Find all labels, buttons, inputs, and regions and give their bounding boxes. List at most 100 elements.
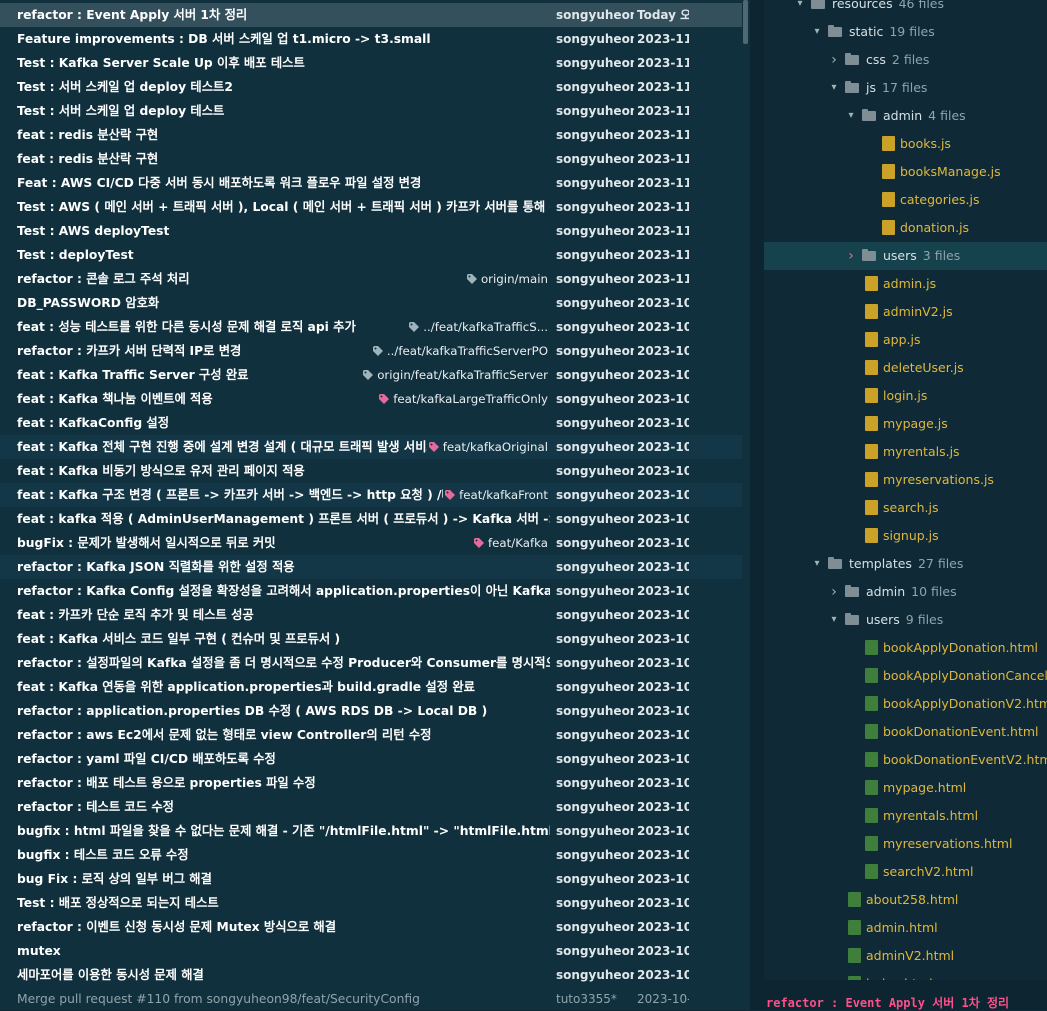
branch-tag[interactable]: ../feat/kafkaTrafficServerPO (370, 339, 548, 363)
panel-divider[interactable] (750, 0, 764, 1010)
chevron-down-icon[interactable]: ▾ (811, 18, 823, 46)
commit-row[interactable]: Feat : AWS CI/CD 다중 서버 동시 배포하도록 워크 플로우 파… (0, 171, 742, 195)
tree-file[interactable]: mypage.js (764, 410, 1047, 438)
tree-file[interactable]: bookApplyDonationCancel.html (764, 662, 1047, 690)
tree-file[interactable]: index.html (764, 970, 1047, 980)
tree-file[interactable]: myrentals.js (764, 438, 1047, 466)
commit-row[interactable]: refactor : Event Apply 서버 1차 정리 songyuheo… (0, 3, 742, 27)
commit-author: songyuheon98 (556, 248, 634, 262)
tree-file[interactable]: about258.html (764, 886, 1047, 914)
commit-row[interactable]: refactor : yaml 파일 CI/CD 배포하도록 수정 songyuh… (0, 747, 742, 771)
tree-file[interactable]: donation.js (764, 214, 1047, 242)
commit-row[interactable]: refactor : 배포 테스트 용으로 properties 파일 수정 so… (0, 771, 742, 795)
tree-file[interactable]: myrentals.html (764, 802, 1047, 830)
commit-row[interactable]: feat : KafkaConfig 설정 songyuheon982023-10… (0, 411, 742, 435)
commit-row[interactable]: feat : Kafka 비동기 방식으로 유저 관리 페이지 적용 songyu… (0, 459, 742, 483)
commit-row[interactable]: refactor : 콘솔 로그 주석 처리 origin/main songyuh… (0, 267, 742, 291)
commit-row[interactable]: bug Fix : 로직 상의 일부 버그 해결 songyuheon982023… (0, 867, 742, 891)
commit-row[interactable]: refactor : 카프카 서버 단력적 IP로 변경 ../feat/kafk… (0, 339, 742, 363)
tree-file[interactable]: search.js (764, 494, 1047, 522)
commit-row[interactable]: refactor : 테스트 코드 수정 songyuheon982023-10- (0, 795, 742, 819)
commit-row[interactable]: feat : 성능 테스트를 위한 다른 동시성 문제 해결 로직 api 추가… (0, 315, 742, 339)
branch-tag[interactable]: feat/kafkaOriginal (426, 435, 548, 459)
tree-folder[interactable]: ▾ templates 27 files (764, 550, 1047, 578)
chevron-down-icon[interactable]: ▾ (845, 102, 857, 130)
commit-row[interactable]: feat : Kafka 책나눔 이벤트에 적용 feat/kafkaLargeT… (0, 387, 742, 411)
tree-file[interactable]: myreservations.html (764, 830, 1047, 858)
tree-folder[interactable]: ▾ static 19 files (764, 18, 1047, 46)
tree-file[interactable]: signup.js (764, 522, 1047, 550)
commit-row[interactable]: Test : 서버 스케일 업 deploy 테스트2 songyuheon982… (0, 75, 742, 99)
commit-row[interactable]: Test : 서버 스케일 업 deploy 테스트 songyuheon9820… (0, 99, 742, 123)
chevron-down-icon[interactable]: ▾ (811, 550, 823, 578)
commit-row[interactable]: Test : AWS ( 메인 서버 + 트래픽 서버 ), Local ( 메… (0, 195, 742, 219)
tree-folder[interactable]: ▾ resources 46 files (764, 0, 1047, 18)
commit-row[interactable]: mutex songyuheon982023-10- (0, 939, 742, 963)
commit-date: 2023-10- (637, 896, 689, 910)
tree-file[interactable]: bookDonationEvent.html (764, 718, 1047, 746)
commit-row[interactable]: 세마포어를 이용한 동시성 문제 해결 songyuheon982023-10- (0, 963, 742, 987)
commit-row[interactable]: feat : Kafka 구조 변경 ( 프론트 -> 카프카 서버 -> 백엔… (0, 483, 742, 507)
chevron-down-icon[interactable]: ▾ (828, 74, 840, 102)
tree-file[interactable]: books.js (764, 130, 1047, 158)
tree-file[interactable]: admin.html (764, 914, 1047, 942)
commit-row[interactable]: Feature improvements : DB 서버 스케일 업 t1.mi… (0, 27, 742, 51)
tree-folder[interactable]: › css 2 files (764, 46, 1047, 74)
commit-row[interactable]: bugfix : html 파일을 찾을 수 없다는 문제 해결 - 기존 "/… (0, 819, 742, 843)
tree-folder[interactable]: ▾ js 17 files (764, 74, 1047, 102)
chevron-right-icon[interactable]: › (828, 46, 840, 74)
commit-row[interactable]: feat : Kafka 연동을 위한 application.properti… (0, 675, 742, 699)
tree-file[interactable]: bookApplyDonation.html (764, 634, 1047, 662)
tree-file[interactable]: adminV2.js (764, 298, 1047, 326)
chevron-right-icon[interactable]: › (828, 578, 840, 606)
tree-file[interactable]: bookApplyDonationV2.html (764, 690, 1047, 718)
tree-file[interactable]: deleteUser.js (764, 354, 1047, 382)
commit-row[interactable]: refactor : 설정파일의 Kafka 설정을 좀 더 명시적으로 수정 … (0, 651, 742, 675)
commit-row[interactable]: refactor : Kafka JSON 직렬화를 위한 설정 적용 songy… (0, 555, 742, 579)
tree-file-label: searchV2.html (883, 864, 974, 879)
commit-row[interactable]: bugfix : 테스트 코드 오류 수정 songyuheon982023-10… (0, 843, 742, 867)
tree-file[interactable]: searchV2.html (764, 858, 1047, 886)
tree-file[interactable]: app.js (764, 326, 1047, 354)
commit-row[interactable]: refactor : 이벤트 신청 동시성 문제 Mutex 방식으로 해결 so… (0, 915, 742, 939)
commit-row[interactable]: refactor : Kafka Config 설정을 확장성을 고려해서 ap… (0, 579, 742, 603)
branch-tag[interactable]: feat/kafkaFront (443, 483, 548, 507)
tree-file[interactable]: admin.js (764, 270, 1047, 298)
commit-row[interactable]: Test : Kafka Server Scale Up 이후 배포 테스트 so… (0, 51, 742, 75)
commit-log-scrollbar[interactable] (743, 0, 748, 44)
commit-row[interactable]: feat : Kafka 서비스 코드 일부 구현 ( 컨슈머 및 프로듀서 )… (0, 627, 742, 651)
tree-file[interactable]: booksManage.js (764, 158, 1047, 186)
commit-row[interactable]: feat : Kafka Traffic Server 구성 완료 origin/… (0, 363, 742, 387)
branch-tag[interactable]: origin/feat/kafkaTrafficServer (361, 363, 548, 387)
tree-folder[interactable]: › admin 10 files (764, 578, 1047, 606)
chevron-right-icon[interactable]: › (845, 242, 857, 270)
tree-folder[interactable]: ▾ admin 4 files (764, 102, 1047, 130)
commit-row[interactable]: Test : 배포 정상적으로 되는지 테스트 songyuheon982023-… (0, 891, 742, 915)
branch-tag[interactable]: feat/kafkaLargeTrafficOnly (377, 387, 548, 411)
tree-file[interactable]: myreservations.js (764, 466, 1047, 494)
chevron-down-icon[interactable]: ▾ (828, 606, 840, 634)
commit-row[interactable]: feat : Kafka 전체 구현 진행 중에 설계 변경 설계 ( 대규모 … (0, 435, 742, 459)
commit-row[interactable]: bugFix : 문제가 발생해서 일시적으로 뒤로 커밋 feat/Kafka s… (0, 531, 742, 555)
commit-row[interactable]: feat : 카프카 단순 로직 추가 및 테스트 성공 songyuheon98… (0, 603, 742, 627)
tree-folder[interactable]: › users 3 files (764, 242, 1047, 270)
tree-file[interactable]: adminV2.html (764, 942, 1047, 970)
branch-tag[interactable]: ../feat/kafkaTrafficS... (407, 315, 548, 339)
tree-file[interactable]: login.js (764, 382, 1047, 410)
commit-row[interactable]: Merge pull request #110 from songyuheon9… (0, 987, 742, 1010)
commit-row[interactable]: refactor : aws Ec2에서 문제 없는 형태로 view Cont… (0, 723, 742, 747)
tree-file[interactable]: bookDonationEventV2.html (764, 746, 1047, 774)
commit-row[interactable]: feat : redis 분산락 구현 songyuheon982023-11- (0, 147, 742, 171)
tree-file[interactable]: mypage.html (764, 774, 1047, 802)
branch-tag[interactable]: origin/main (464, 267, 548, 291)
commit-row[interactable]: feat : kafka 적용 ( AdminUserManagement ) … (0, 507, 742, 531)
tree-file[interactable]: categories.js (764, 186, 1047, 214)
branch-tag[interactable]: feat/Kafka (471, 531, 548, 555)
tree-folder[interactable]: ▾ users 9 files (764, 606, 1047, 634)
commit-row[interactable]: DB_PASSWORD 암호화 songyuheon982023-10- (0, 291, 742, 315)
commit-row[interactable]: Test : deployTest songyuheon982023-11- (0, 243, 742, 267)
chevron-down-icon[interactable]: ▾ (794, 0, 806, 18)
commit-row[interactable]: Test : AWS deployTest songyuheon982023-11… (0, 219, 742, 243)
commit-row[interactable]: feat : redis 분산락 구현 songyuheon982023-11- (0, 123, 742, 147)
commit-row[interactable]: refactor : application.properties DB 수정 … (0, 699, 742, 723)
